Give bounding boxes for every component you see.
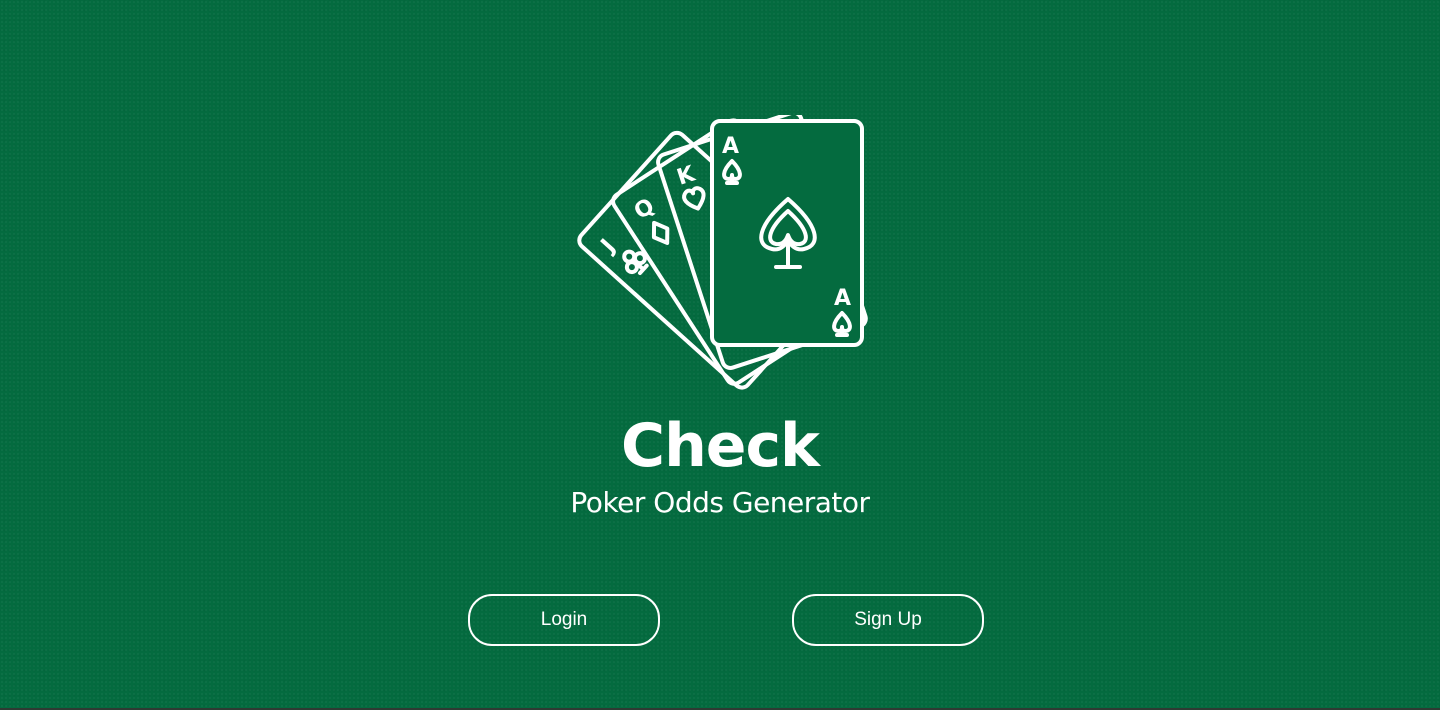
- app-title: Check: [621, 411, 820, 481]
- ace-of-spades-card: A A: [710, 119, 864, 347]
- login-button[interactable]: Login: [468, 594, 660, 646]
- sign-up-button[interactable]: Sign Up: [792, 594, 984, 646]
- jack-rank: J: [595, 235, 620, 259]
- playing-cards-icon: J Q K A A: [570, 115, 870, 405]
- landing-page: J Q K A A Check Poker Odds Generator Log…: [0, 0, 1440, 708]
- queen-rank: Q: [630, 194, 659, 225]
- ace-rank-bottom: A: [834, 286, 851, 311]
- heart-icon: [682, 186, 706, 211]
- diamond-icon: [651, 220, 670, 245]
- king-rank: K: [674, 161, 699, 190]
- ace-rank-top: A: [722, 134, 739, 159]
- club-icon: [622, 249, 649, 276]
- app-subtitle: Poker Odds Generator: [570, 486, 870, 519]
